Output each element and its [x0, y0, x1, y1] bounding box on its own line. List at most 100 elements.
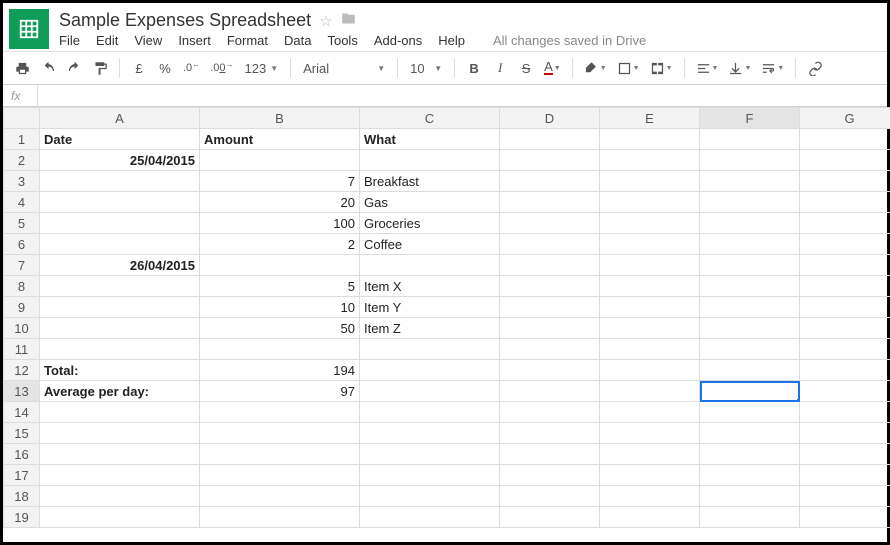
- cell-C1[interactable]: What: [360, 129, 500, 150]
- menu-tools[interactable]: Tools: [327, 33, 357, 48]
- cell-G1[interactable]: [800, 129, 890, 150]
- cell-E17[interactable]: [600, 465, 700, 486]
- cell-A2[interactable]: 25/04/2015: [40, 150, 200, 171]
- cell-C10[interactable]: Item Z: [360, 318, 500, 339]
- cell-G13[interactable]: [800, 381, 890, 402]
- cell-D3[interactable]: [500, 171, 600, 192]
- row-header[interactable]: 14: [4, 402, 40, 423]
- fill-color-button[interactable]: ▼: [581, 56, 610, 80]
- cell-B19[interactable]: [200, 507, 360, 528]
- cell-B5[interactable]: 100: [200, 213, 360, 234]
- star-icon[interactable]: ☆: [319, 12, 332, 30]
- cell-D16[interactable]: [500, 444, 600, 465]
- cell-F6[interactable]: [700, 234, 800, 255]
- more-formats-button[interactable]: 123▼: [241, 61, 283, 76]
- cell-C15[interactable]: [360, 423, 500, 444]
- font-select[interactable]: Arial▼: [299, 61, 389, 76]
- cell-A15[interactable]: [40, 423, 200, 444]
- cell-D6[interactable]: [500, 234, 600, 255]
- cell-F12[interactable]: [700, 360, 800, 381]
- cell-A10[interactable]: [40, 318, 200, 339]
- merge-cells-button[interactable]: ▼: [647, 56, 676, 80]
- horizontal-align-button[interactable]: ▼: [693, 56, 722, 80]
- cell-D1[interactable]: [500, 129, 600, 150]
- cell-F11[interactable]: [700, 339, 800, 360]
- menu-insert[interactable]: Insert: [178, 33, 211, 48]
- cell-C14[interactable]: [360, 402, 500, 423]
- column-header-B[interactable]: B: [200, 108, 360, 129]
- cell-E4[interactable]: [600, 192, 700, 213]
- cell-B10[interactable]: 50: [200, 318, 360, 339]
- row-header[interactable]: 16: [4, 444, 40, 465]
- cell-F13[interactable]: [700, 381, 800, 402]
- menu-file[interactable]: File: [59, 33, 80, 48]
- cell-A4[interactable]: [40, 192, 200, 213]
- cell-D9[interactable]: [500, 297, 600, 318]
- cell-A8[interactable]: [40, 276, 200, 297]
- cell-G5[interactable]: [800, 213, 890, 234]
- cell-C2[interactable]: [360, 150, 500, 171]
- cell-F4[interactable]: [700, 192, 800, 213]
- cell-E10[interactable]: [600, 318, 700, 339]
- row-header[interactable]: 10: [4, 318, 40, 339]
- cell-C6[interactable]: Coffee: [360, 234, 500, 255]
- cell-D10[interactable]: [500, 318, 600, 339]
- cell-B2[interactable]: [200, 150, 360, 171]
- cell-E11[interactable]: [600, 339, 700, 360]
- row-header[interactable]: 12: [4, 360, 40, 381]
- cell-G6[interactable]: [800, 234, 890, 255]
- format-currency-button[interactable]: £: [128, 56, 150, 80]
- cell-D12[interactable]: [500, 360, 600, 381]
- cell-C12[interactable]: [360, 360, 500, 381]
- cell-G18[interactable]: [800, 486, 890, 507]
- cell-E5[interactable]: [600, 213, 700, 234]
- font-size-select[interactable]: 10▼: [406, 61, 446, 76]
- cell-G12[interactable]: [800, 360, 890, 381]
- cell-C5[interactable]: Groceries: [360, 213, 500, 234]
- cell-D5[interactable]: [500, 213, 600, 234]
- row-header[interactable]: 5: [4, 213, 40, 234]
- menu-addons[interactable]: Add-ons: [374, 33, 422, 48]
- cell-D11[interactable]: [500, 339, 600, 360]
- cell-G19[interactable]: [800, 507, 890, 528]
- row-header[interactable]: 7: [4, 255, 40, 276]
- cell-E19[interactable]: [600, 507, 700, 528]
- row-header[interactable]: 15: [4, 423, 40, 444]
- row-header[interactable]: 8: [4, 276, 40, 297]
- cell-D19[interactable]: [500, 507, 600, 528]
- row-header[interactable]: 17: [4, 465, 40, 486]
- cell-E15[interactable]: [600, 423, 700, 444]
- row-header[interactable]: 11: [4, 339, 40, 360]
- row-header[interactable]: 2: [4, 150, 40, 171]
- cell-G7[interactable]: [800, 255, 890, 276]
- cell-E12[interactable]: [600, 360, 700, 381]
- row-header[interactable]: 6: [4, 234, 40, 255]
- column-header-C[interactable]: C: [360, 108, 500, 129]
- cell-F15[interactable]: [700, 423, 800, 444]
- cell-F17[interactable]: [700, 465, 800, 486]
- cell-A16[interactable]: [40, 444, 200, 465]
- cell-B12[interactable]: 194: [200, 360, 360, 381]
- cell-D15[interactable]: [500, 423, 600, 444]
- cell-E1[interactable]: [600, 129, 700, 150]
- cell-C18[interactable]: [360, 486, 500, 507]
- cell-B9[interactable]: 10: [200, 297, 360, 318]
- undo-icon[interactable]: [37, 56, 59, 80]
- cell-C17[interactable]: [360, 465, 500, 486]
- cell-D2[interactable]: [500, 150, 600, 171]
- cell-B6[interactable]: 2: [200, 234, 360, 255]
- cell-C4[interactable]: Gas: [360, 192, 500, 213]
- cell-F14[interactable]: [700, 402, 800, 423]
- cell-G2[interactable]: [800, 150, 890, 171]
- row-header[interactable]: 3: [4, 171, 40, 192]
- select-all-corner[interactable]: [4, 108, 40, 129]
- cell-A7[interactable]: 26/04/2015: [40, 255, 200, 276]
- row-header[interactable]: 9: [4, 297, 40, 318]
- increase-decimal-button[interactable]: .00→: [207, 56, 236, 80]
- cell-B16[interactable]: [200, 444, 360, 465]
- cell-C16[interactable]: [360, 444, 500, 465]
- cell-C3[interactable]: Breakfast: [360, 171, 500, 192]
- insert-link-icon[interactable]: [804, 56, 826, 80]
- paint-format-icon[interactable]: [89, 56, 111, 80]
- cell-C9[interactable]: Item Y: [360, 297, 500, 318]
